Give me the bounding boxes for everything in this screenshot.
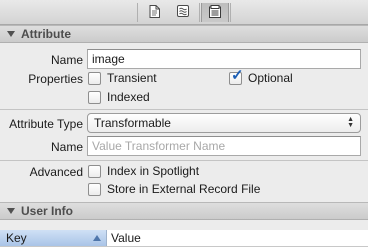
transient-checkbox-box[interactable]	[88, 71, 101, 85]
user-info-table-header: Key Value	[0, 230, 368, 247]
inspector-toolbar	[0, 0, 368, 25]
store-external-label: Store in External Record File	[107, 182, 261, 196]
optional-checkbox[interactable]: ✓ Optional	[229, 68, 293, 85]
disclosure-triangle-icon[interactable]	[7, 208, 15, 214]
optional-label: Optional	[248, 71, 293, 85]
attribute-type-popup[interactable]: Transformable ▲ ▼	[87, 113, 361, 133]
value-column-label: Value	[111, 231, 141, 245]
user-info-section-header[interactable]: User Info	[0, 202, 368, 220]
quick-help-icon	[177, 5, 189, 20]
attribute-section-header[interactable]: Attribute	[0, 25, 368, 43]
transformer-name-label: Name	[50, 140, 83, 154]
index-in-spotlight-checkbox[interactable]: Index in Spotlight	[88, 164, 199, 178]
data-model-inspector-button[interactable]	[201, 3, 229, 22]
indexed-label: Indexed	[107, 90, 150, 104]
index-in-spotlight-checkbox-box[interactable]	[88, 164, 101, 178]
spacer	[0, 220, 368, 230]
store-external-checkbox[interactable]: Store in External Record File	[88, 182, 260, 196]
popup-arrows-icon: ▲ ▼	[347, 116, 354, 129]
value-column-header[interactable]: Value	[108, 230, 141, 246]
optional-checkbox-box[interactable]: ✓	[229, 68, 244, 85]
disclosure-triangle-icon[interactable]	[7, 31, 15, 37]
key-column-header[interactable]: Key	[0, 230, 107, 246]
separator	[0, 160, 368, 161]
indexed-checkbox[interactable]: Indexed	[88, 90, 150, 104]
attribute-section-title: Attribute	[21, 27, 71, 41]
toolbar-separator	[230, 3, 231, 22]
key-column-label: Key	[6, 231, 27, 245]
indexed-checkbox-box[interactable]	[88, 90, 101, 104]
attribute-type-label: Attribute Type	[9, 117, 83, 131]
quick-help-button[interactable]	[169, 3, 197, 22]
transient-checkbox[interactable]: Transient	[88, 71, 157, 85]
value-transformer-name-field[interactable]	[87, 136, 361, 156]
separator	[0, 109, 368, 110]
checkmark-icon: ✓	[231, 66, 244, 84]
transient-label: Transient	[107, 71, 157, 85]
file-inspector-icon	[149, 4, 160, 21]
store-external-checkbox-box[interactable]	[88, 182, 101, 196]
attribute-type-value: Transformable	[94, 116, 171, 130]
data-model-inspector-icon	[209, 4, 221, 21]
name-label: Name	[50, 53, 83, 67]
sort-ascending-icon	[93, 235, 101, 241]
index-in-spotlight-label: Index in Spotlight	[107, 164, 200, 178]
toolbar-separator	[137, 3, 138, 22]
toolbar-separator	[199, 3, 200, 22]
user-info-section-title: User Info	[21, 204, 74, 218]
properties-label: Properties	[28, 72, 83, 86]
file-inspector-button[interactable]	[140, 3, 168, 22]
attribute-name-field[interactable]	[87, 49, 361, 69]
advanced-label: Advanced	[29, 165, 83, 179]
